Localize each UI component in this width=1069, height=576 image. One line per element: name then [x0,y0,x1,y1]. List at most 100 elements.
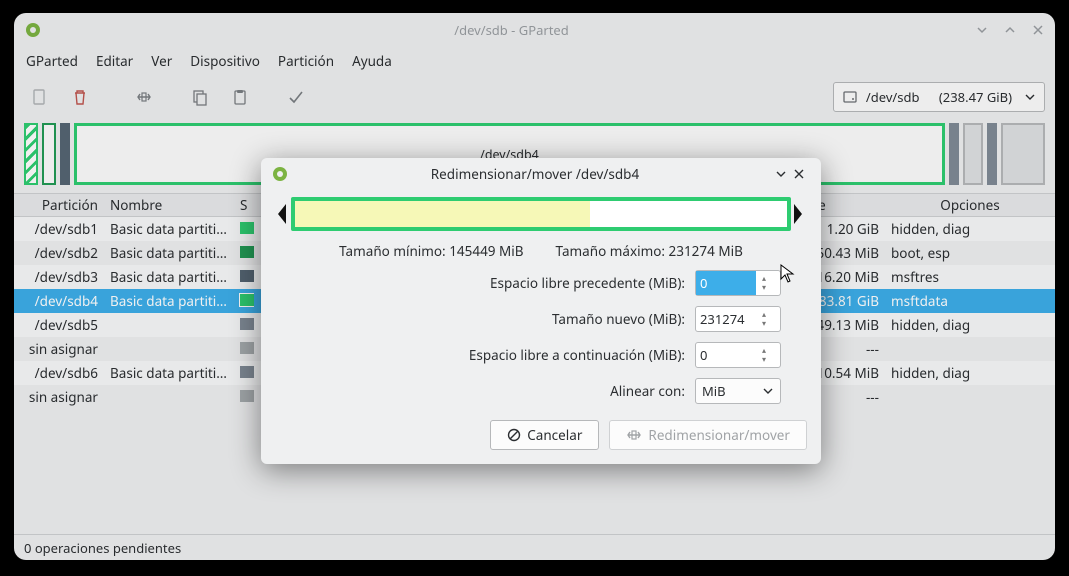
cell-options: hidden, diag [885,316,1055,334]
copy-icon[interactable] [184,81,216,113]
cell-partition: /dev/sdb5 [14,316,104,334]
cell-name: Basic data partition [104,268,234,286]
resize-used-fill [295,201,590,227]
menu-dispositivo[interactable]: Dispositivo [190,52,260,70]
free-before-label: Espacio libre precedente (MiB): [301,274,695,292]
cell-partition: /dev/sdb4 [14,292,104,310]
cell-fs [234,316,254,334]
toolbar: /dev/sdb (238.47 GiB) [14,75,1055,119]
dialog-minimize-icon[interactable] [775,168,793,180]
close-icon[interactable] [1031,23,1045,37]
cell-options: hidden, diag [885,364,1055,382]
cell-partition: sin asignar [14,340,104,358]
spin-arrows-icon[interactable]: ▴▾ [756,274,772,292]
min-size-label: Tamaño mínimo: 145449 MiB [339,242,523,260]
cancel-button[interactable]: Cancelar [490,420,599,450]
device-size: (238.47 GiB) [939,88,1012,106]
menu-ayuda[interactable]: Ayuda [352,52,392,70]
cell-name: Basic data partition [104,220,234,238]
align-value: MiB [702,382,726,400]
menu-editar[interactable]: Editar [96,52,133,70]
resize-track[interactable] [291,197,791,231]
window-title: /dev/sdb - GParted [48,21,975,39]
cell-fs [234,244,254,262]
spin-arrows-icon[interactable]: ▴▾ [756,310,772,328]
col-opciones[interactable]: Opciones [885,196,1055,214]
cell-fs [234,364,254,382]
free-before-input[interactable] [696,271,756,295]
cell-options: msftdata [885,292,1055,310]
maximize-icon[interactable] [1003,23,1017,37]
dialog-close-icon[interactable] [793,168,811,180]
free-after-spin[interactable]: ▴▾ [695,342,781,368]
statusbar: 0 operaciones pendientes [14,534,1055,560]
cell-fs [234,388,254,406]
cell-partition: /dev/sdb6 [14,364,104,382]
pmap-sdb3[interactable] [60,123,70,185]
resize-handle-right-icon[interactable] [791,199,807,229]
device-selector[interactable]: /dev/sdb (238.47 GiB) [833,82,1045,112]
menu-gparted[interactable]: GParted [26,52,78,70]
cell-options: msftres [885,268,1055,286]
free-before-spin[interactable]: ▴▾ [695,270,781,296]
cell-name: Basic data partition [104,364,234,382]
pmap-sdb6[interactable] [987,123,997,185]
chevron-down-icon [1024,91,1036,103]
delete-icon[interactable] [64,81,96,113]
resize-bar[interactable] [275,196,807,232]
gparted-app-icon [271,165,289,183]
resize-move-label: Redimensionar/mover [648,426,790,444]
disk-icon [842,89,858,105]
resize-move-button[interactable]: Redimensionar/mover [609,420,807,450]
resize-form: Espacio libre precedente (MiB): ▴▾ Tamañ… [261,270,821,414]
spin-arrows-icon[interactable]: ▴▾ [756,346,772,364]
cancel-label: Cancelar [527,426,582,444]
minimize-icon[interactable] [975,23,989,37]
dialog-title: Redimensionar/mover /dev/sdb4 [295,165,775,183]
free-after-input[interactable] [696,343,756,367]
cell-fs [234,268,254,286]
pmap-sdb2[interactable] [42,123,56,185]
cell-fs [234,292,254,310]
titlebar: /dev/sdb - GParted [14,13,1055,47]
new-size-label: Tamaño nuevo (MiB): [301,310,695,328]
pmap-unalloc2[interactable] [1001,123,1045,185]
max-size-label: Tamaño máximo: 231274 MiB [556,242,743,260]
free-after-label: Espacio libre a continuación (MiB): [301,346,695,364]
new-partition-icon[interactable] [24,81,56,113]
pmap-sdb5[interactable] [949,123,959,185]
menu-ver[interactable]: Ver [151,52,172,70]
col-nombre[interactable]: Nombre [104,196,234,214]
cancel-icon [507,428,521,442]
apply-icon[interactable] [280,81,312,113]
cell-partition: /dev/sdb3 [14,268,104,286]
cell-fs [234,340,254,358]
cell-name: Basic data partition [104,292,234,310]
resize-move-icon[interactable] [128,81,160,113]
cell-options: hidden, diag [885,220,1055,238]
status-text: 0 operaciones pendientes [24,539,181,557]
cell-partition: sin asignar [14,388,104,406]
cell-fs [234,220,254,238]
gparted-app-icon [24,21,42,39]
align-label: Alinear con: [301,382,695,400]
paste-icon[interactable] [224,81,256,113]
col-fs[interactable]: S [234,196,254,214]
cell-partition: /dev/sdb2 [14,244,104,262]
menubar: GParted Editar Ver Dispositivo Partición… [14,47,1055,75]
col-particion[interactable]: Partición [14,196,104,214]
pmap-unalloc1[interactable] [963,123,983,185]
cell-partition: /dev/sdb1 [14,220,104,238]
resize-move-dialog: Redimensionar/mover /dev/sdb4 Tamaño mín… [261,158,821,464]
cell-options: boot, esp [885,244,1055,262]
new-size-input[interactable] [696,307,756,331]
device-path: /dev/sdb [866,88,920,106]
new-size-spin[interactable]: ▴▾ [695,306,781,332]
resize-handle-left-icon[interactable] [275,199,291,229]
chevron-down-icon [762,385,774,397]
align-select[interactable]: MiB [695,378,781,404]
menu-particion[interactable]: Partición [278,52,334,70]
resize-move-icon [626,428,642,442]
dialog-titlebar: Redimensionar/mover /dev/sdb4 [261,158,821,190]
pmap-sdb1[interactable] [24,123,38,185]
